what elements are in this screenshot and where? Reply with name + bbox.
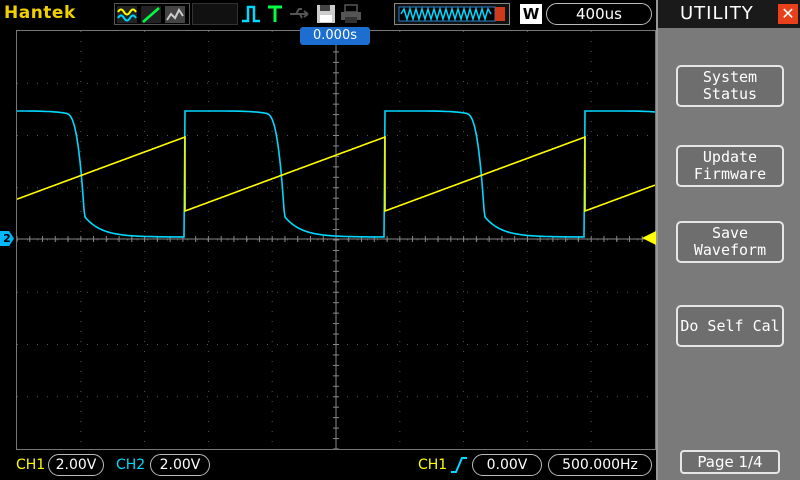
trigger-level-readout[interactable]: 0.00V [472, 454, 542, 476]
system-status-button[interactable]: System Status [676, 65, 784, 107]
top-status-bar: Hantek W 400us [0, 0, 656, 28]
panel-header: UTILITY ✕ [658, 0, 800, 28]
ch1-label: CH1 [16, 457, 46, 473]
wave-icon [117, 6, 137, 23]
memory-wave-icon [398, 6, 505, 22]
trigger-t-icon [268, 5, 282, 22]
ch1-scale[interactable]: 2.00V [48, 454, 104, 476]
trigger-source-label: CH1 [418, 457, 448, 473]
waveform-display[interactable] [16, 30, 656, 450]
panel-title: UTILITY [680, 3, 754, 24]
ch2-ground-marker[interactable]: 2 [0, 231, 14, 246]
brand-logo: Hantek [4, 3, 76, 23]
usb-icon [290, 8, 309, 19]
bottom-status-bar: CH1 2.00V CH2 2.00V CH1 0.00V 500.000Hz [0, 450, 656, 480]
timebase-readout[interactable]: 400us [546, 3, 652, 25]
trigger-frequency-readout: 500.000Hz [548, 454, 652, 476]
ramp-icon [141, 6, 161, 23]
display-mode-group [114, 3, 190, 25]
printer-icon [341, 4, 361, 23]
update-firmware-button[interactable]: Update Firmware [676, 145, 784, 187]
ch2-label: CH2 [116, 457, 146, 473]
trigger-edge-icon [242, 5, 260, 23]
close-icon[interactable]: ✕ [778, 4, 798, 24]
floppy-icon [317, 5, 335, 23]
save-waveform-button[interactable]: Save Waveform [676, 221, 784, 263]
trigger-position-readout: 0.000s [300, 27, 370, 45]
graticule [17, 31, 655, 449]
ch2-scale[interactable]: 2.00V [150, 454, 210, 476]
persist-icon [165, 6, 185, 23]
utility-menu-panel: UTILITY ✕ System Status Update Firmware … [656, 0, 800, 480]
page-indicator-button[interactable]: Page 1/4 [680, 450, 780, 474]
run-state-box [192, 3, 238, 25]
waveform-mode-badge: W [520, 4, 542, 24]
self-cal-button[interactable]: Do Self Cal [676, 305, 784, 347]
display-mode-icons [117, 6, 185, 23]
memory-position-bar [394, 3, 510, 25]
rising-edge-icon [451, 457, 467, 473]
